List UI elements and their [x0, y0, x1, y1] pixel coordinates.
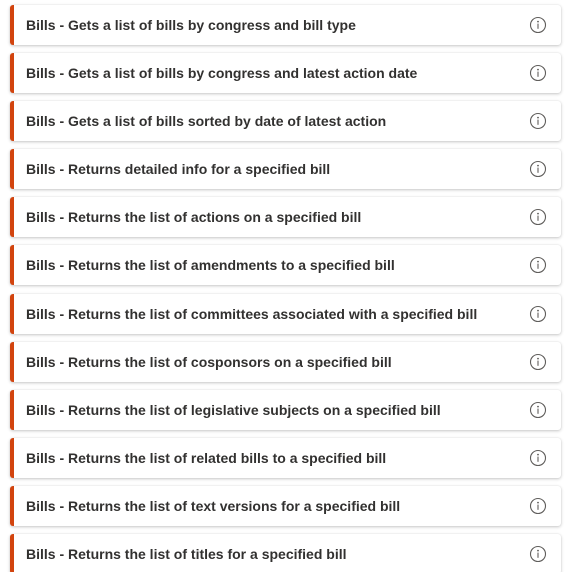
- info-icon[interactable]: [529, 353, 547, 371]
- list-item[interactable]: Bills - Returns the list of text version…: [10, 486, 561, 526]
- list-item[interactable]: Bills - Returns the list of related bill…: [10, 438, 561, 478]
- list-item-label: Bills - Returns the list of committees a…: [26, 306, 478, 322]
- info-icon[interactable]: [529, 545, 547, 563]
- list-item[interactable]: Bills - Returns the list of actions on a…: [10, 197, 561, 237]
- info-icon[interactable]: [529, 497, 547, 515]
- list-item-label: Bills - Returns the list of related bill…: [26, 450, 387, 466]
- list-item-label: Bills - Returns the list of amendments t…: [26, 257, 395, 273]
- list-item-label: Bills - Returns the list of text version…: [26, 498, 401, 514]
- info-icon[interactable]: [529, 16, 547, 34]
- info-icon[interactable]: [529, 305, 547, 323]
- list-item[interactable]: Bills - Returns detailed info for a spec…: [10, 149, 561, 189]
- list-item-label: Bills - Gets a list of bills by congress…: [26, 65, 418, 81]
- list-item-label: Bills - Returns the list of cosponsors o…: [26, 354, 392, 370]
- list-item[interactable]: Bills - Gets a list of bills by congress…: [10, 5, 561, 45]
- list-item-label: Bills - Returns the list of titles for a…: [26, 546, 347, 562]
- info-icon[interactable]: [529, 401, 547, 419]
- list-item[interactable]: Bills - Returns the list of titles for a…: [10, 534, 561, 572]
- list-item[interactable]: Bills - Returns the list of amendments t…: [10, 245, 561, 285]
- list-item[interactable]: Bills - Returns the list of legislative …: [10, 390, 561, 430]
- action-list: Bills - Gets a list of bills by congress…: [0, 0, 574, 572]
- list-item-label: Bills - Gets a list of bills by congress…: [26, 17, 356, 33]
- list-item[interactable]: Bills - Returns the list of committees a…: [10, 294, 561, 334]
- info-icon[interactable]: [529, 449, 547, 467]
- info-icon[interactable]: [529, 64, 547, 82]
- list-item-label: Bills - Gets a list of bills sorted by d…: [26, 113, 387, 129]
- list-item[interactable]: Bills - Returns the list of cosponsors o…: [10, 342, 561, 382]
- info-icon[interactable]: [529, 160, 547, 178]
- list-item-label: Bills - Returns the list of actions on a…: [26, 209, 362, 225]
- info-icon[interactable]: [529, 112, 547, 130]
- list-item[interactable]: Bills - Gets a list of bills by congress…: [10, 53, 561, 93]
- list-item[interactable]: Bills - Gets a list of bills sorted by d…: [10, 101, 561, 141]
- info-icon[interactable]: [529, 208, 547, 226]
- list-item-label: Bills - Returns the list of legislative …: [26, 402, 441, 418]
- info-icon[interactable]: [529, 256, 547, 274]
- list-item-label: Bills - Returns detailed info for a spec…: [26, 161, 331, 177]
